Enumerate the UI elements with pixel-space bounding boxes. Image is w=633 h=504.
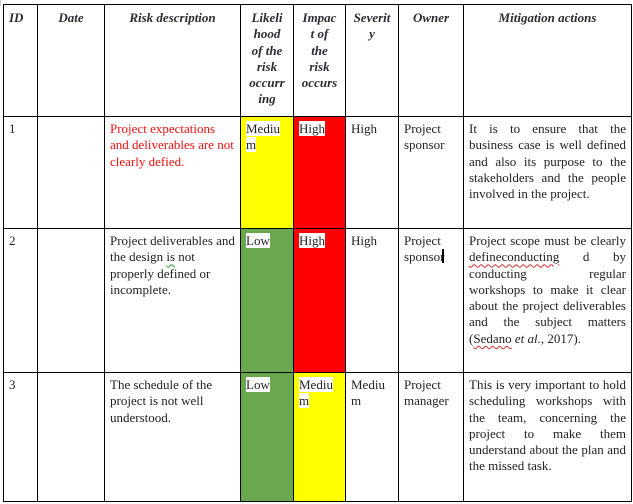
cell-severity[interactable]: Mediu m [345,372,399,502]
likelihood-value: Low [246,233,270,248]
header-likelihood-line: risk [256,58,278,74]
citation-author[interactable]: Sedano [473,331,511,346]
citation-year: , 2017). [540,330,581,346]
cell-date[interactable] [37,228,105,373]
header-date[interactable]: Date [37,4,105,117]
cell-id[interactable]: 2 [3,228,38,373]
cell-date[interactable] [37,372,105,502]
header-impact-line: the [311,42,328,58]
cell-mitigation[interactable]: This is very important to hold schedulin… [463,372,632,502]
owner-text: Project sponsor [404,233,445,265]
mitigation-text: Project scope must be clearly [469,233,626,248]
cell-risk-description[interactable]: The schedule of the project is not well … [104,372,241,502]
cell-likelihood[interactable]: Low [240,228,294,373]
impact-value: m [299,393,310,409]
header-impact-line: occurs [301,75,338,91]
cell-id[interactable]: 3 [3,372,38,502]
table-row: 3 The schedule of the project is not wel… [3,372,632,502]
likelihood-value: Mediu [246,121,280,136]
header-mitigation[interactable]: Mitigation actions [463,4,632,117]
page-edge [0,0,1,6]
cell-impact[interactable]: High [293,116,346,229]
header-impact-line: Impac [302,10,337,25]
impact-value: High [299,121,325,136]
header-impact-line: risk [309,58,330,74]
header-severity[interactable]: Severit y [345,4,399,117]
severity-value: Mediu [351,377,385,392]
table-row: 1 Project expectations and deliverables … [3,116,632,229]
header-likelihood-line: occurr [249,75,285,91]
header-impact-line: t of [310,26,329,42]
header-risk-description[interactable]: Risk description [104,4,241,117]
cell-date[interactable] [37,116,105,229]
cell-mitigation[interactable]: Project scope must be clearly definecond… [463,228,632,373]
header-likelihood[interactable]: Likeli hood of the risk occurr ing [240,4,294,117]
grammar-flag-word[interactable]: is [166,249,175,264]
severity-value: m [351,393,362,409]
cell-likelihood[interactable]: Low [240,372,294,502]
impact-value: Mediu [299,377,333,392]
cell-risk-description[interactable]: Project expectations and deliverables ar… [104,116,241,229]
header-id[interactable]: ID [3,4,38,117]
table-row: 2 Project deliverables and the design is… [3,228,632,373]
risk-description-text: Project deliverables and the design is n… [110,233,235,297]
text-cursor [442,249,445,264]
cell-severity[interactable]: High [345,228,399,373]
cell-owner[interactable]: Project sponsor [398,116,464,229]
cell-impact[interactable]: Mediu m [293,372,346,502]
header-row: ID Date Risk description Likeli hood of … [3,4,632,117]
header-likelihood-line: of the [251,42,283,58]
cell-owner[interactable]: Project sponsor [398,228,464,373]
cell-id[interactable]: 1 [3,116,38,229]
header-likelihood-line: hood [253,26,281,42]
header-severity-line: y [369,26,375,42]
cell-owner[interactable]: Project manager [398,372,464,502]
header-severity-line: Severit [353,10,391,25]
cell-mitigation[interactable]: It is to ensure that the business case i… [463,116,632,229]
citation-etal: et al. [514,330,541,346]
header-likelihood-line: ing [258,91,276,107]
likelihood-value: Low [246,377,270,392]
header-owner[interactable]: Owner [398,4,464,117]
cell-severity[interactable]: High [345,116,399,229]
header-impact[interactable]: Impac t of the risk occurs [293,4,346,117]
spelling-error-word[interactable]: defineconducting [469,249,559,264]
cell-likelihood[interactable]: Mediu m [240,116,294,229]
impact-value: High [299,233,325,248]
risk-register-table: ID Date Risk description Likeli hood of … [3,4,632,502]
likelihood-value: m [246,137,257,153]
header-likelihood-line: Likeli [251,10,283,25]
cell-impact[interactable]: High [293,228,346,373]
cell-risk-description[interactable]: Project deliverables and the design is n… [104,228,241,373]
